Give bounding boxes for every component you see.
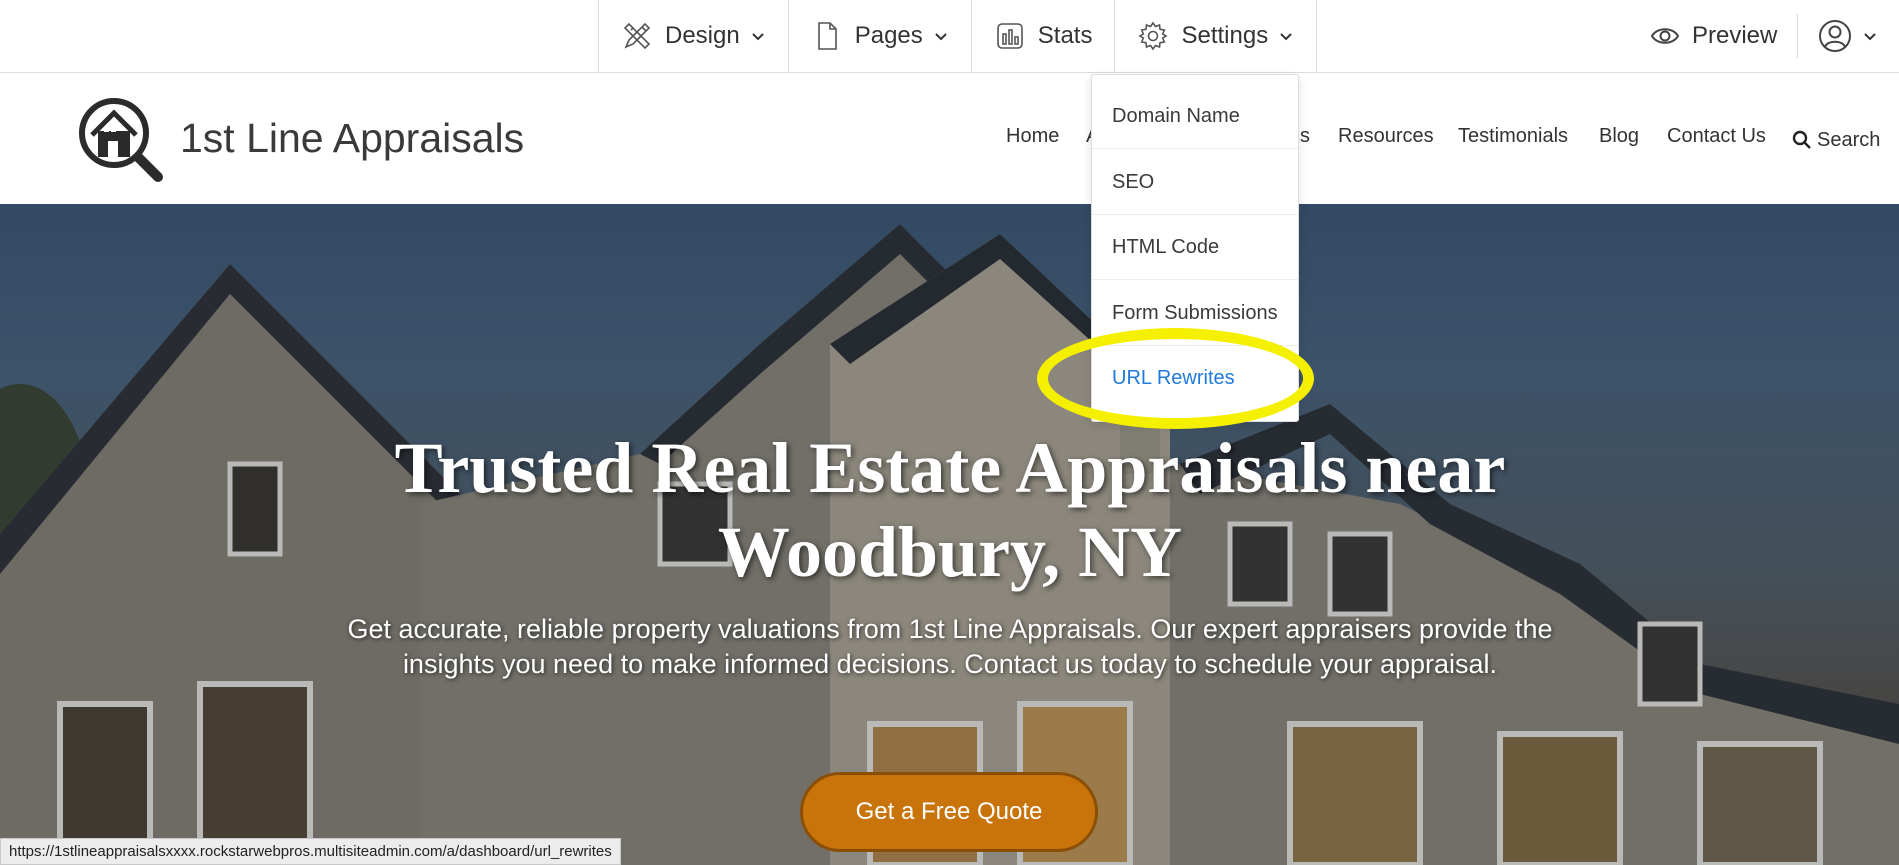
nav-search-label: Search (1817, 128, 1881, 151)
chevron-down-icon (1864, 33, 1876, 41)
stats-button[interactable]: Stats (972, 0, 1116, 72)
site-header: 1st Line Appraisals Home A s Resources T… (0, 73, 1899, 204)
search-icon (1792, 130, 1811, 149)
gear-icon (1138, 21, 1169, 51)
hero-section: Trusted Real Estate Appraisals near Wood… (0, 204, 1899, 865)
nav-link-resources[interactable]: Resources (1338, 125, 1434, 155)
preview-label: Preview (1692, 22, 1778, 49)
preview-button[interactable]: Preview (1650, 0, 1777, 72)
nav-link-services[interactable]: s (1300, 125, 1310, 155)
document-icon (817, 22, 837, 50)
pages-label: Pages (854, 22, 923, 49)
bar-chart-icon (996, 23, 1023, 49)
design-label: Design (665, 22, 740, 49)
account-menu-button[interactable] (1818, 0, 1878, 72)
nav-link-contact-us[interactable]: Contact Us (1667, 125, 1766, 155)
user-circle-icon (1819, 20, 1851, 52)
get-free-quote-button[interactable]: Get a Free Quote (800, 772, 1098, 852)
chevron-down-icon (1280, 33, 1292, 41)
house-magnifier-logo[interactable] (78, 97, 164, 183)
stats-label: Stats (1037, 22, 1093, 49)
menu-item-domain-name[interactable]: Domain Name (1092, 84, 1298, 149)
highlight-circle-annotation (1037, 328, 1314, 429)
pages-menu-button[interactable]: Pages (789, 0, 972, 72)
nav-link-testimonials[interactable]: Testimonials (1458, 125, 1568, 155)
settings-menu-button[interactable]: Settings (1115, 0, 1318, 72)
design-menu-button[interactable]: Design (599, 0, 789, 72)
menu-item-html-code[interactable]: HTML Code (1092, 215, 1298, 280)
hero-title: Trusted Real Estate Appraisals near Wood… (200, 426, 1700, 594)
menu-item-seo[interactable]: SEO (1092, 150, 1298, 215)
settings-label: Settings (1181, 22, 1269, 49)
chevron-down-icon (752, 33, 764, 41)
admin-toolbar: Design Pages Stats Settings Preview (0, 0, 1899, 73)
nav-link-blog[interactable]: Blog (1599, 125, 1639, 155)
eye-icon (1650, 28, 1680, 44)
browser-status-bar-url: https://1stlineappraisalsxxxx.rockstarwe… (0, 838, 621, 865)
toolbar-menu-group: Design Pages Stats Settings (598, 0, 1318, 72)
hero-title-line-2: Woodbury, NY (717, 512, 1183, 592)
nav-link-home[interactable]: Home (1006, 125, 1059, 155)
toolbar-divider (1797, 14, 1798, 58)
nav-search[interactable]: Search (1792, 125, 1880, 155)
site-name[interactable]: 1st Line Appraisals (180, 115, 524, 162)
chevron-down-icon (935, 33, 947, 41)
hero-title-line-1: Trusted Real Estate Appraisals near (394, 428, 1506, 508)
hero-subtitle: Get accurate, reliable property valuatio… (347, 614, 1553, 679)
pencil-ruler-icon (623, 22, 651, 50)
